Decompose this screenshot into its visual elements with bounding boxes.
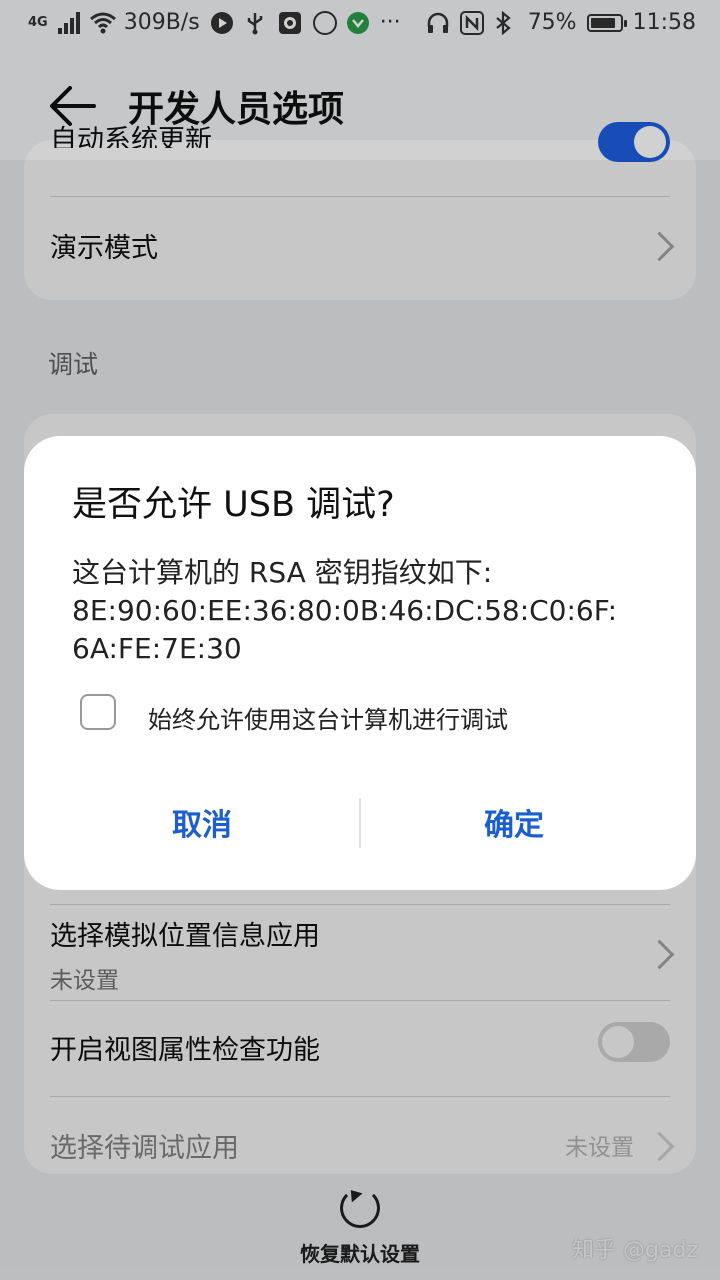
ok-button[interactable]: 确定 [364,800,664,844]
rsa-fingerprint-line: 8E:90:60:EE:36:80:0B:46:DC:58:C0:6F: [72,594,618,627]
always-allow-label[interactable]: 始终允许使用这台计算机进行调试 [148,700,508,735]
dialog-title: 是否允许 USB 调试? [72,485,395,525]
usb-debug-dialog: 是否允许 USB 调试? 这台计算机的 RSA 密钥指纹如下: 8E:90:60… [24,436,696,890]
button-divider [359,798,361,848]
cancel-button[interactable]: 取消 [52,800,352,844]
screen: 4G 309B/s ··· 75% 11:58 开发人员选项 自动系统更新 演示… [0,0,720,1280]
rsa-fingerprint-line: 6A:FE:7E:30 [72,632,242,665]
dialog-body: 这台计算机的 RSA 密钥指纹如下: 8E:90:60:EE:36:80:0B:… [72,554,652,668]
dialog-body-line: 这台计算机的 RSA 密钥指纹如下: [72,556,493,589]
dim-overlay-top [0,0,720,160]
always-allow-checkbox[interactable] [80,694,116,730]
